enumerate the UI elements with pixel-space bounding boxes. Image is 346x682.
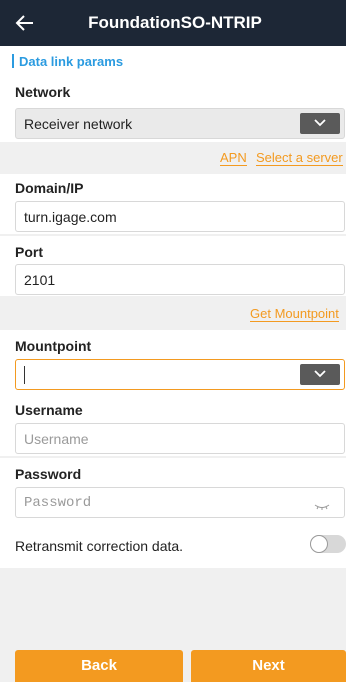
network-block: Network Receiver network [0, 76, 346, 142]
section-title: Data link params [19, 54, 124, 69]
port-value: 2101 [24, 272, 56, 288]
username-label: Username [15, 402, 83, 418]
eye-closed-icon[interactable] [314, 498, 330, 516]
page-title: FoundationSO-NTRIP [88, 13, 262, 32]
mountpoint-select[interactable] [15, 359, 345, 390]
apn-link[interactable]: APN [220, 150, 247, 166]
username-block: Username Username [0, 394, 346, 456]
network-dropdown-button[interactable] [300, 113, 340, 134]
text-cursor [24, 366, 25, 384]
select-server-link[interactable]: Select a server [256, 150, 343, 166]
get-mountpoint-link[interactable]: Get Mountpoint [250, 306, 339, 322]
username-field[interactable]: Username [15, 423, 345, 454]
password-label: Password [15, 466, 82, 482]
domain-value: turn.igage.com [24, 209, 117, 225]
retransmit-toggle[interactable] [310, 535, 346, 553]
retransmit-row: Retransmit correction data. [0, 520, 346, 568]
domain-label: Domain/IP [15, 180, 84, 196]
username-placeholder: Username [24, 431, 89, 447]
section-header: Data link params [0, 46, 346, 76]
back-button[interactable]: Back [15, 650, 183, 682]
mountpoint-label: Mountpoint [15, 338, 92, 354]
chevron-down-icon [314, 370, 326, 378]
mountpoint-dropdown-button[interactable] [300, 364, 340, 385]
domain-field[interactable]: turn.igage.com [15, 201, 345, 232]
app-header: FoundationSO-NTRIP [0, 0, 346, 46]
toggle-knob [310, 535, 328, 553]
network-label: Network [15, 84, 71, 100]
network-select[interactable]: Receiver network [15, 108, 345, 139]
password-block: Password Password [0, 458, 346, 520]
chevron-down-icon [314, 119, 326, 127]
retransmit-label: Retransmit correction data. [15, 538, 184, 554]
mountpoint-block: Mountpoint [0, 330, 346, 394]
section-accent-bar [12, 54, 14, 68]
next-button[interactable]: Next [191, 650, 346, 682]
port-field[interactable]: 2101 [15, 264, 345, 295]
password-field[interactable]: Password [15, 487, 345, 518]
port-block: Port 2101 [0, 236, 346, 296]
port-label: Port [15, 244, 43, 260]
network-value: Receiver network [24, 116, 133, 132]
domain-block: Domain/IP turn.igage.com [0, 174, 346, 234]
password-placeholder: Password [24, 495, 92, 511]
